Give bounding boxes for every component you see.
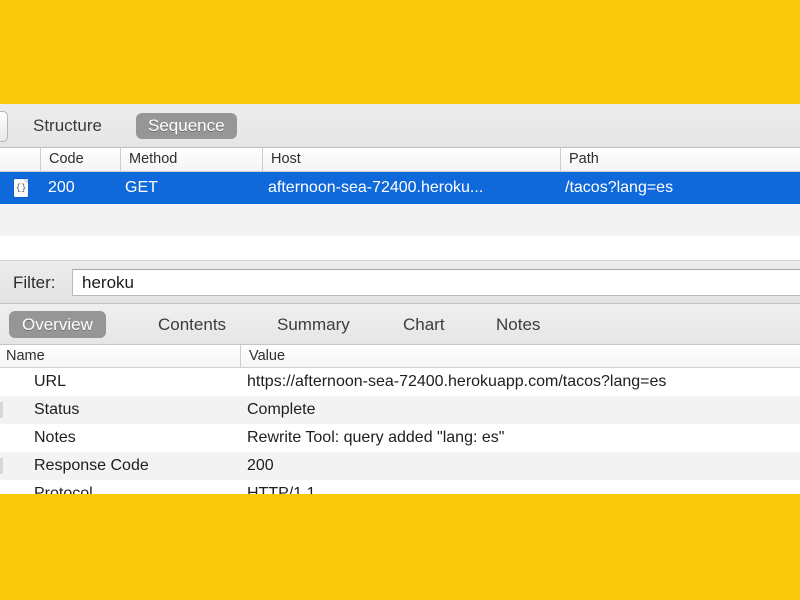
detail-row-status[interactable]: Status Complete xyxy=(0,396,800,424)
detail-row-value: 200 xyxy=(247,457,274,474)
detail-row-protocol[interactable]: Protocol HTTP/1.1 xyxy=(0,480,800,494)
tab-chart[interactable]: Chart xyxy=(390,311,458,338)
detail-row-name: Response Code xyxy=(34,457,149,474)
table-row-empty-1[interactable] xyxy=(0,204,800,236)
top-tab-bar: Structure Sequence xyxy=(0,104,800,148)
row-cell-host: afternoon-sea-72400.heroku... xyxy=(268,179,484,196)
tab-sequence[interactable]: Sequence xyxy=(136,113,237,139)
column-header-code[interactable]: Code xyxy=(40,148,120,171)
detail-row-value: HTTP/1.1 xyxy=(247,485,316,494)
row-edge-marker xyxy=(0,458,3,474)
detail-row-name: Notes xyxy=(34,429,76,446)
detail-row-name: URL xyxy=(34,373,67,390)
detail-row-url[interactable]: URL https://afternoon-sea-72400.herokuap… xyxy=(0,368,800,396)
detail-row-name: Protocol xyxy=(34,485,93,494)
detail-table-header: Name Value xyxy=(0,345,800,368)
tab-contents[interactable]: Contents xyxy=(145,311,239,338)
tab-overview[interactable]: Overview xyxy=(9,311,106,338)
filter-label: Filter: xyxy=(13,273,56,292)
column-header-path[interactable]: Path xyxy=(560,148,800,171)
detail-row-response-code[interactable]: Response Code 200 xyxy=(0,452,800,480)
detail-column-header-value[interactable]: Value xyxy=(240,345,800,367)
detail-row-value: Rewrite Tool: query added "lang: es" xyxy=(247,429,505,446)
column-header-method[interactable]: Method xyxy=(120,148,262,171)
row-cell-code: 200 xyxy=(48,179,75,196)
row-edge-marker xyxy=(0,402,3,418)
table-row[interactable]: {} 200 GET afternoon-sea-72400.heroku...… xyxy=(0,172,800,204)
request-list-header: Code Method Host Path xyxy=(0,148,800,172)
row-cell-method: GET xyxy=(125,179,158,196)
json-document-icon: {} xyxy=(14,179,28,197)
detail-row-value: Complete xyxy=(247,401,316,418)
detail-row-value: https://afternoon-sea-72400.herokuapp.co… xyxy=(247,373,667,390)
column-header-icon[interactable] xyxy=(0,148,40,171)
offscreen-tab-stub[interactable] xyxy=(0,111,8,142)
row-cell-path: /tacos?lang=es xyxy=(565,179,674,196)
tab-notes[interactable]: Notes xyxy=(483,311,553,338)
filter-input[interactable]: heroku xyxy=(72,269,800,296)
table-row-empty-2[interactable] xyxy=(0,236,800,260)
charles-proxy-panel: Structure Sequence Code Method Host Path… xyxy=(0,104,800,494)
tab-summary[interactable]: Summary xyxy=(264,311,363,338)
detail-column-header-name[interactable]: Name xyxy=(0,345,240,367)
column-header-host[interactable]: Host xyxy=(262,148,560,171)
filter-bar: Filter: heroku xyxy=(0,260,800,304)
detail-tab-bar: Overview Contents Summary Chart Notes xyxy=(0,304,800,345)
detail-row-name: Status xyxy=(34,401,80,418)
detail-row-notes[interactable]: Notes Rewrite Tool: query added "lang: e… xyxy=(0,424,800,452)
tab-structure[interactable]: Structure xyxy=(21,113,114,139)
